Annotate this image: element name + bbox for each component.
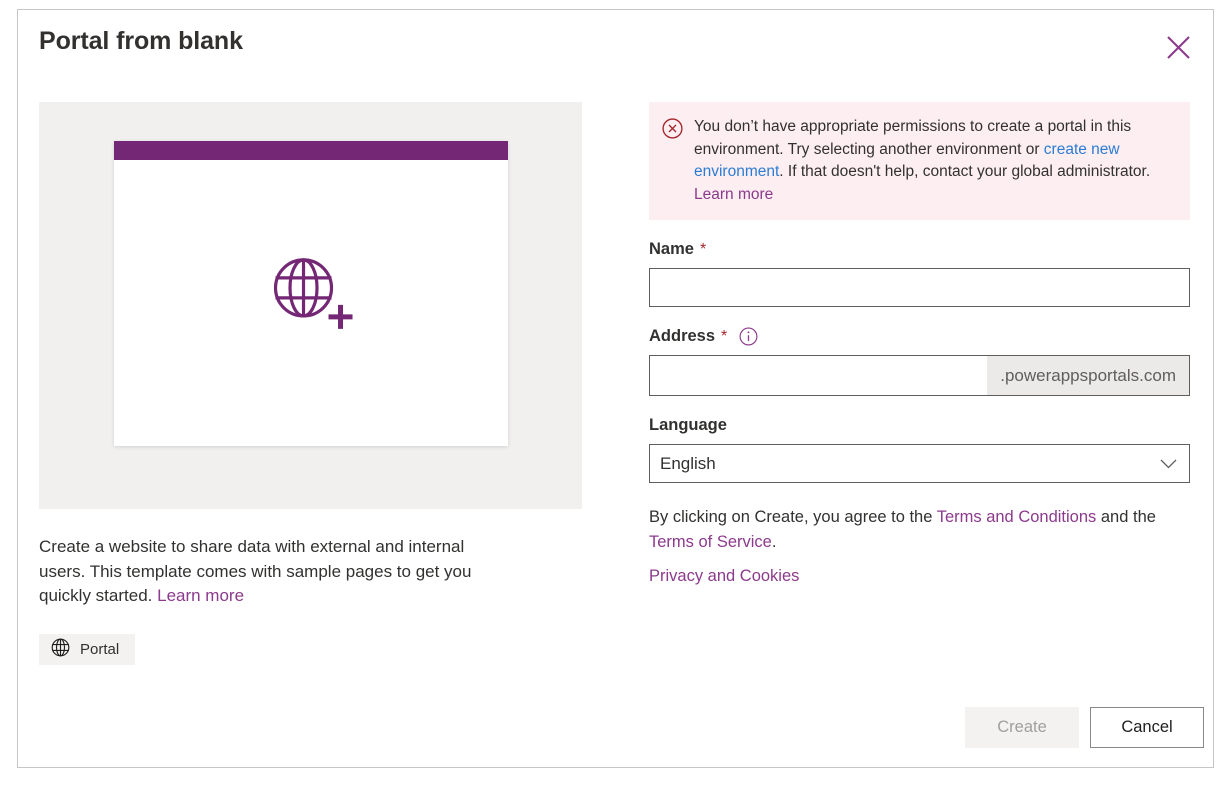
error-learn-more-link[interactable]: Learn more (694, 186, 773, 203)
dialog-footer: Create Cancel (965, 707, 1204, 748)
name-label: Name (649, 240, 694, 258)
language-select[interactable]: English (649, 444, 1190, 483)
address-label: Address (649, 327, 716, 345)
error-text-part2: . If that doesn't help, contact your glo… (779, 163, 1151, 180)
close-button[interactable] (1157, 28, 1199, 70)
name-required-marker: * (699, 240, 707, 258)
address-label-row: Address * (649, 327, 1190, 346)
address-input-row: .powerappsportals.com (649, 355, 1190, 396)
terms-and-conditions-link[interactable]: Terms and Conditions (937, 508, 1097, 526)
language-label-row: Language (649, 416, 1190, 435)
language-field-group: Language English (649, 416, 1190, 483)
dialog-header: Portal from blank (18, 10, 1213, 84)
cancel-button[interactable]: Cancel (1090, 707, 1204, 748)
address-required-marker: * (721, 327, 728, 345)
terms-agreement-text: By clicking on Create, you agree to the … (649, 505, 1179, 555)
error-circle-icon (662, 115, 683, 206)
terms-of-service-link[interactable]: Terms of Service (649, 533, 772, 551)
permissions-error-banner: You don’t have appropriate permissions t… (649, 102, 1190, 220)
preview-card-header-bar (114, 141, 508, 160)
language-label: Language (649, 416, 727, 434)
template-preview-pane: Create a website to share data with exte… (39, 102, 582, 665)
privacy-and-cookies-link[interactable]: Privacy and Cookies (649, 567, 799, 585)
preview-frame (39, 102, 582, 509)
globe-plus-icon (271, 254, 359, 339)
name-input[interactable] (649, 268, 1190, 307)
template-description: Create a website to share data with exte… (39, 535, 514, 609)
terms-suffix: . (771, 533, 777, 551)
page-title: Portal from blank (39, 27, 243, 55)
name-field-group: Name * (649, 240, 1190, 307)
template-description-text: Create a website to share data with exte… (39, 537, 472, 605)
template-tag-label: Portal (80, 640, 120, 658)
address-field-group: Address * .powerappsportals.com (649, 327, 1190, 396)
permissions-error-text: You don’t have appropriate permissions t… (694, 115, 1176, 206)
preview-card (114, 141, 508, 446)
portal-from-blank-dialog: Portal from blank Create a website to sh… (17, 9, 1214, 768)
address-domain-suffix: .powerappsportals.com (987, 356, 1189, 395)
privacy-line: Privacy and Cookies (649, 567, 1190, 586)
address-input[interactable] (650, 356, 988, 395)
terms-middle: and the (1096, 508, 1156, 526)
template-tag-portal[interactable]: Portal (39, 633, 136, 665)
chevron-down-icon (1160, 458, 1177, 469)
portal-form-pane: You don’t have appropriate permissions t… (649, 102, 1190, 586)
name-label-row: Name * (649, 240, 1190, 259)
create-button[interactable]: Create (965, 707, 1079, 748)
language-selected-value: English (660, 453, 716, 473)
globe-icon (51, 638, 70, 661)
template-learn-more-link[interactable]: Learn more (157, 586, 244, 605)
close-icon (1165, 34, 1192, 64)
info-circle-icon[interactable] (739, 327, 758, 346)
terms-prefix: By clicking on Create, you agree to the (649, 508, 937, 526)
